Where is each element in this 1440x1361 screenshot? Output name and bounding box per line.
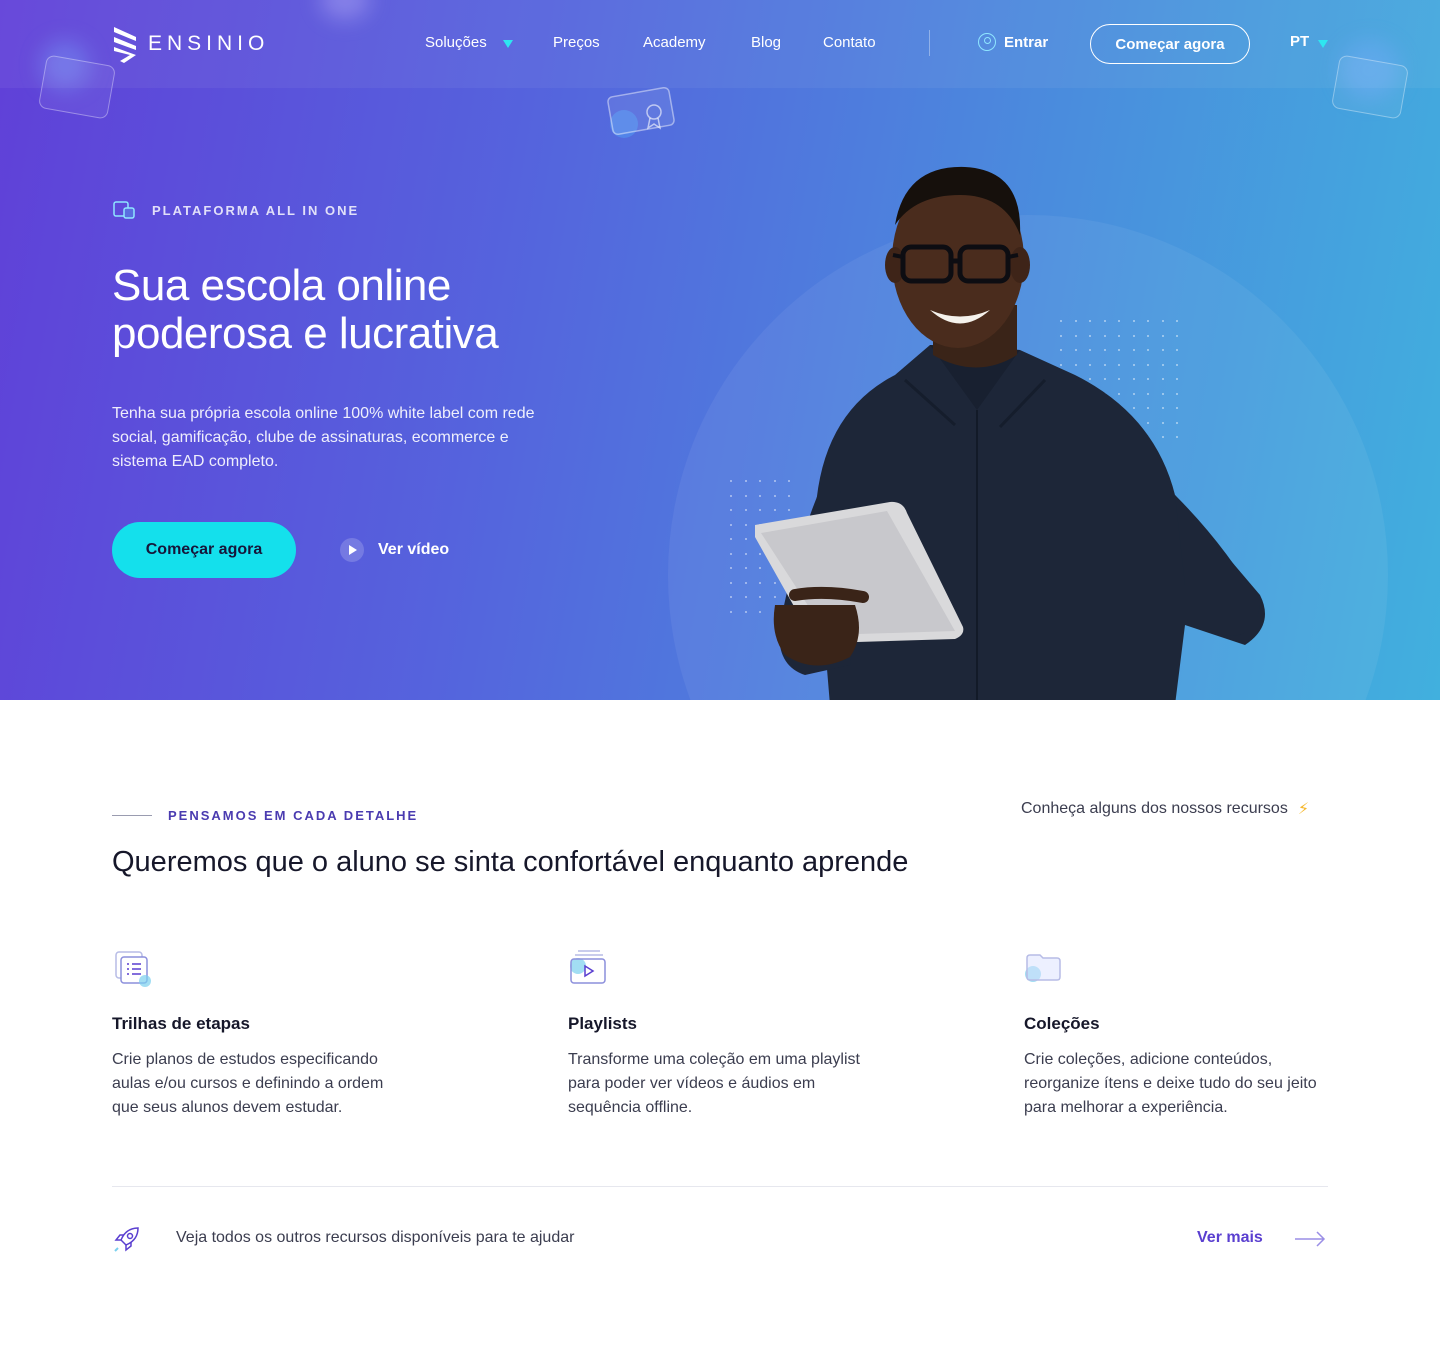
decorative-dot — [730, 523, 732, 526]
decorative-dot — [744, 480, 747, 482]
play-icon — [340, 538, 364, 562]
feature-description: Transforme uma coleção em uma playlist p… — [568, 1051, 860, 1116]
lightning-icon: ⚡ — [1297, 801, 1310, 818]
feature-card-colecoes: Coleções Crie coleções, adicione conteúd… — [1024, 948, 1344, 1116]
feature-title: Coleções — [1024, 1014, 1100, 1033]
nav-item-academy[interactable]: Academy — [643, 33, 706, 53]
chevron-down-icon[interactable] — [503, 40, 513, 48]
section-title: Queremos que o aluno se sinta confortáve… — [112, 846, 909, 878]
list-steps-icon — [115, 951, 151, 987]
more-features-text: Veja todos os outros recursos disponívei… — [176, 1229, 575, 1246]
section-divider — [112, 1186, 1328, 1187]
section-side-note-text: Conheça alguns dos nossos recursos — [1021, 800, 1288, 817]
decorative-dot — [744, 567, 747, 569]
decorative-dot — [744, 610, 747, 613]
hero-person-illustration — [755, 166, 1265, 700]
hero-title: Sua escola online poderosa e lucrativa — [112, 262, 632, 358]
hero-description: Tenha sua própria escola online 100% whi… — [112, 405, 535, 470]
hero-title-line-1: Sua escola online — [112, 261, 451, 310]
feature-card-trilhas: Trilhas de etapas Crie planos de estudos… — [112, 948, 432, 1116]
nav-divider — [929, 30, 930, 56]
feature-title: Playlists — [568, 1014, 637, 1033]
more-features-row: Veja todos os outros recursos disponívei… — [112, 1224, 1328, 1254]
decorative-dot — [744, 538, 747, 540]
feature-description: Crie planos de estudos especificando aul… — [112, 1051, 384, 1116]
decorative-dot — [730, 494, 732, 497]
decorative-dot — [730, 596, 732, 598]
decorative-dot — [744, 494, 747, 497]
decorative-dot — [730, 480, 732, 482]
language-selector[interactable]: PT — [1290, 33, 1309, 50]
decorative-dot — [744, 581, 747, 584]
decorative-dot — [744, 523, 747, 526]
see-more-link[interactable]: Ver mais — [1197, 1229, 1263, 1247]
login-link[interactable]: Entrar — [978, 33, 1048, 51]
user-icon — [978, 33, 996, 51]
devices-icon — [113, 201, 135, 219]
brand-logo[interactable]: ENSINIO — [112, 24, 269, 64]
decorative-dot — [744, 596, 747, 598]
folder-icon — [1025, 954, 1061, 982]
decorative-dot — [744, 552, 747, 555]
decorative-dot — [730, 581, 732, 584]
section-side-note: Conheça alguns dos nossos recursos ⚡ — [1021, 799, 1309, 819]
feature-description: Crie coleções, adicione conteúdos, reorg… — [1024, 1051, 1317, 1116]
decorative-dot — [730, 567, 732, 569]
hero-section: ENSINIO Soluções Preços Academy Blog Con… — [0, 0, 1440, 700]
hero-eyebrow: PLATAFORMA ALL IN ONE — [112, 200, 359, 220]
feature-title: Trilhas de etapas — [112, 1014, 250, 1033]
watch-video-label: Ver vídeo — [378, 541, 450, 558]
decorative-dot — [730, 610, 732, 613]
nav-item-blog[interactable]: Blog — [751, 33, 781, 53]
nav-item-precos[interactable]: Preços — [553, 33, 600, 53]
ensinio-logo-icon — [114, 27, 136, 63]
feature-card-playlists: Playlists Transforme uma coleção em uma … — [568, 948, 888, 1116]
watch-video-button[interactable]: Ver vídeo — [340, 538, 449, 562]
nav-start-button[interactable]: Começar agora — [1090, 24, 1250, 64]
hero-eyebrow-text: PLATAFORMA ALL IN ONE — [152, 202, 360, 218]
login-label: Entrar — [1004, 33, 1049, 51]
decorative-dot — [730, 509, 732, 511]
arrow-right-icon[interactable] — [1294, 1230, 1326, 1248]
nav-item-solucoes[interactable]: Soluções — [425, 33, 487, 53]
decorative-dot — [744, 509, 747, 511]
decorative-dot — [730, 552, 732, 555]
hero-start-button[interactable]: Começar agora — [112, 522, 296, 578]
nav-item-contato[interactable]: Contato — [823, 33, 876, 53]
playlist-icon — [570, 950, 606, 984]
rocket-icon — [114, 1227, 139, 1252]
section-eyebrow-line — [112, 815, 152, 816]
section-eyebrow: PENSAMOS EM CADA DETALHE — [168, 808, 419, 823]
chevron-down-icon[interactable] — [1318, 40, 1328, 48]
certificate-icon — [607, 86, 675, 138]
hero-title-line-2: poderosa e lucrativa — [112, 309, 499, 358]
top-navigation: ENSINIO Soluções Preços Academy Blog Con… — [0, 0, 1440, 88]
brand-name: ENSINIO — [148, 32, 270, 55]
decorative-dot — [730, 538, 732, 540]
